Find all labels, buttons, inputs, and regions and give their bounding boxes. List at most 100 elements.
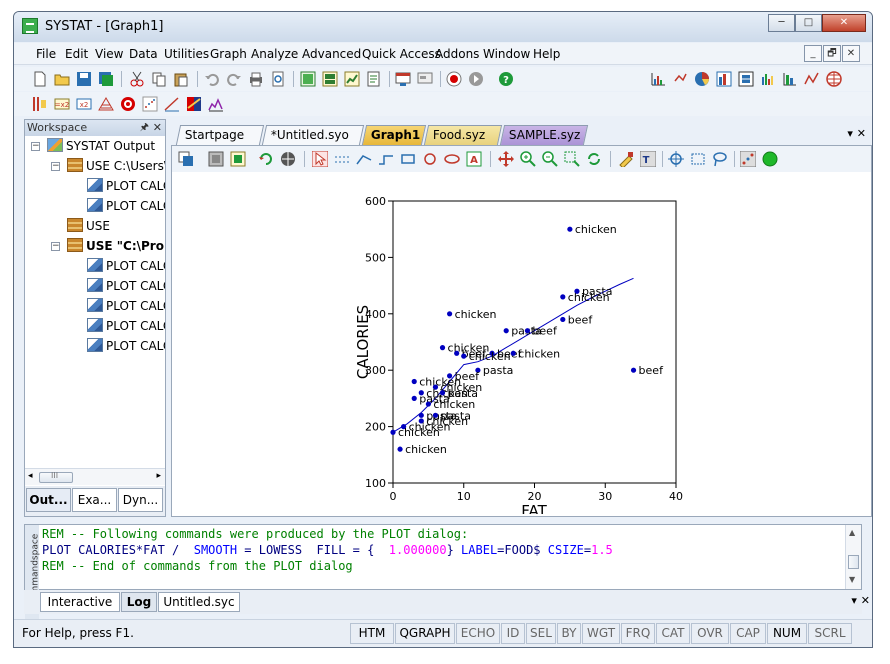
menu-quick-access[interactable]: Quick Access [362, 47, 441, 61]
open-icon[interactable] [54, 71, 70, 87]
command-tab-controls[interactable]: ▾ ✕ [851, 594, 870, 607]
tree-item-use[interactable]: USE C:\Users\ [67, 156, 165, 176]
data-point[interactable] [454, 350, 460, 356]
tree-item-plot[interactable]: PLOT CALORIES [87, 256, 165, 276]
target-icon[interactable] [120, 96, 136, 112]
print-icon[interactable] [248, 71, 264, 87]
cut-icon[interactable] [129, 71, 145, 87]
menu-advanced[interactable]: Advanced [302, 47, 361, 61]
data-point[interactable] [560, 294, 566, 300]
data-point[interactable] [425, 401, 431, 407]
menu-edit[interactable]: Edit [65, 47, 88, 61]
mdi-minimize-button[interactable]: _ [804, 45, 822, 62]
data-point[interactable] [524, 328, 531, 334]
trend-icon[interactable] [164, 96, 180, 112]
record-icon[interactable] [446, 71, 462, 87]
menu-view[interactable]: View [95, 47, 123, 61]
command-vscroll[interactable]: ▲ ▼ [845, 525, 861, 589]
tree-item-plot[interactable]: PLOT CALORIES [87, 316, 165, 336]
error-bar-icon[interactable] [672, 71, 688, 87]
globe-icon[interactable] [280, 151, 296, 167]
tree-item-plot[interactable]: PLOT CALORIES [87, 276, 165, 296]
close-button[interactable]: ✕ [822, 14, 866, 32]
green-dot-icon[interactable] [762, 151, 778, 167]
ellipse-icon[interactable] [444, 151, 460, 167]
data-point[interactable] [630, 367, 637, 373]
collapse-icon[interactable]: − [51, 162, 60, 171]
tab-output[interactable]: Out... [26, 488, 71, 512]
zoom-out-icon[interactable] [542, 151, 558, 167]
move-icon[interactable] [498, 151, 514, 167]
scatter-icon[interactable] [142, 96, 158, 112]
paste-icon[interactable] [173, 71, 189, 87]
tree-item-plot[interactable]: PLOT CALORIES [87, 336, 165, 356]
histogram-icon[interactable] [716, 71, 732, 87]
graph-editor-icon[interactable] [344, 71, 360, 87]
scroll-left-icon[interactable]: ◂ [28, 471, 33, 481]
scatter-plot[interactable]: 100200300400500600 0 10 20 30 40 chickenpast… [172, 174, 871, 514]
graph-properties-icon[interactable] [178, 151, 194, 167]
scroll-up-icon[interactable]: ▲ [849, 528, 855, 537]
data-point[interactable] [411, 378, 417, 385]
tab-dynamic[interactable]: Dyn... [118, 488, 163, 512]
copy-icon[interactable] [151, 71, 167, 87]
quantile-icon[interactable] [186, 96, 202, 112]
circle-icon[interactable] [422, 151, 438, 167]
rectangle-icon[interactable] [400, 151, 416, 167]
density-icon[interactable] [208, 96, 224, 112]
zoom-in-icon[interactable] [520, 151, 536, 167]
save-icon[interactable] [76, 71, 92, 87]
tab-startpage[interactable]: Startpage [175, 125, 265, 145]
select-arrow-icon[interactable] [312, 151, 328, 167]
help-icon[interactable]: ? [498, 71, 514, 87]
refresh-icon[interactable] [586, 151, 602, 167]
data-point[interactable] [560, 316, 566, 323]
rect-select-icon[interactable] [690, 151, 706, 167]
tab-examples[interactable]: Exa... [72, 488, 117, 512]
collapse-icon[interactable]: − [51, 242, 60, 251]
surface-plot-icon[interactable] [98, 96, 114, 112]
redo-icon[interactable] [226, 71, 242, 87]
new-icon[interactable] [32, 71, 48, 87]
menu-analyze[interactable]: Analyze [251, 47, 298, 61]
data-point[interactable] [503, 328, 509, 334]
text-icon[interactable]: A [466, 151, 482, 167]
workspace-close-icon[interactable]: ✕ [153, 120, 162, 135]
menu-data[interactable]: Data [129, 47, 158, 61]
data-point[interactable] [510, 350, 516, 356]
tree-item-plot[interactable]: PLOT CALORIES [87, 196, 165, 216]
scroll-thumb[interactable]: III [39, 471, 73, 483]
scroll-thumb[interactable] [848, 555, 859, 569]
minimize-button[interactable]: ─ [768, 14, 795, 32]
tab-interactive[interactable]: Interactive [40, 592, 120, 612]
tree-item-use[interactable]: USE [67, 216, 110, 236]
tree-item-use-active[interactable]: USE "C:\Pro [67, 236, 164, 256]
menu-utilities[interactable]: Utilities [164, 47, 209, 61]
tab-log[interactable]: Log [121, 592, 157, 612]
scroll-right-icon[interactable]: ▸ [156, 471, 161, 481]
output-editor-icon[interactable] [322, 71, 338, 87]
map-icon[interactable] [826, 71, 842, 87]
crosshair-icon[interactable] [668, 151, 684, 167]
bar-chart-icon[interactable] [650, 71, 666, 87]
multi-bar-icon[interactable] [782, 71, 798, 87]
data-point[interactable] [411, 395, 417, 401]
mdi-close-button[interactable]: ✕ [842, 45, 860, 62]
menu-file[interactable]: File [36, 47, 56, 61]
label-text-icon[interactable]: T [640, 151, 656, 167]
maximize-button[interactable]: □ [795, 14, 822, 32]
dialog-recall-icon[interactable] [395, 71, 411, 87]
zoom-box-icon[interactable] [564, 151, 580, 167]
menu-window[interactable]: Window [483, 47, 530, 61]
data-point[interactable] [447, 311, 453, 317]
pie-chart-icon[interactable] [694, 71, 710, 87]
data-point[interactable] [567, 226, 573, 232]
tab-sample-syz[interactable]: SAMPLE.syz [499, 125, 589, 145]
stop-icon[interactable] [468, 71, 484, 87]
print-preview-icon[interactable] [270, 71, 286, 87]
data-point[interactable] [418, 412, 424, 418]
dashed-line-icon[interactable] [334, 151, 350, 167]
pin-icon[interactable]: 🖈 [140, 120, 149, 135]
function-plot-icon[interactable]: =x2 [54, 96, 70, 112]
data-point[interactable] [461, 353, 467, 359]
